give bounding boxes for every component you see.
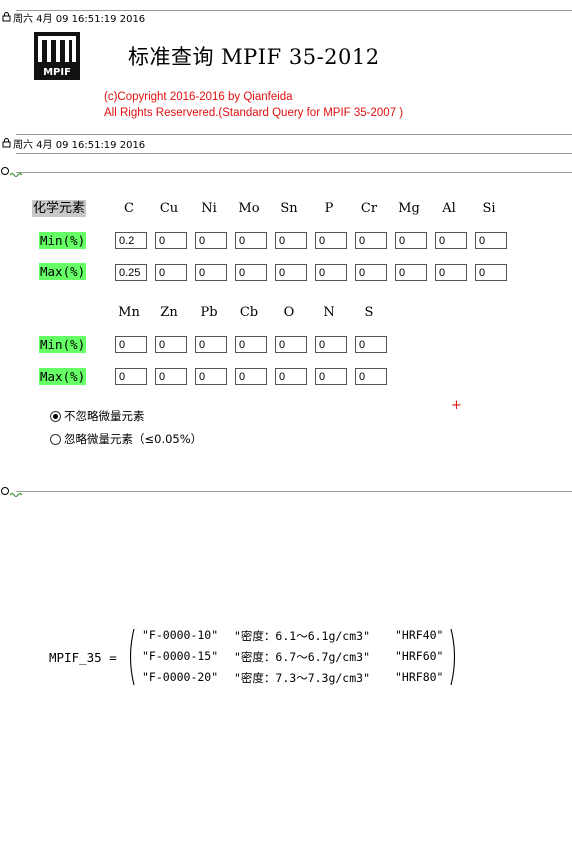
element-header: Cu bbox=[159, 201, 179, 216]
max-input[interactable] bbox=[195, 264, 227, 281]
max-label: Max(%) bbox=[39, 368, 87, 385]
copyright-line-1: (c)Copyright 2016-2016 by Qianfeida bbox=[104, 91, 293, 103]
max-label: Max(%) bbox=[39, 263, 87, 280]
min-input[interactable] bbox=[155, 336, 187, 353]
element-header: Mn bbox=[118, 305, 140, 320]
element-header: Sn bbox=[280, 201, 298, 216]
page-title: 标准查询 MPIF 35-2012 bbox=[128, 45, 380, 69]
result-cell: "HRF40" bbox=[395, 628, 444, 642]
max-input[interactable] bbox=[235, 264, 267, 281]
result-cell: "密度：6.7～6.7g/cm3" bbox=[234, 650, 371, 664]
lock-icon[interactable] bbox=[1, 137, 12, 148]
max-input[interactable] bbox=[315, 264, 347, 281]
element-header: S bbox=[364, 305, 374, 320]
region-marker-icon[interactable] bbox=[0, 486, 26, 498]
max-input[interactable] bbox=[395, 264, 427, 281]
result-cell: "HRF80" bbox=[395, 670, 444, 684]
min-input[interactable] bbox=[115, 232, 147, 249]
element-header: Si bbox=[482, 201, 496, 216]
element-header: Mg bbox=[398, 201, 420, 216]
result-cell: "密度：6.1～6.1g/cm3" bbox=[234, 629, 371, 643]
max-input[interactable] bbox=[475, 264, 507, 281]
min-input[interactable] bbox=[315, 336, 347, 353]
radio-label: 忽略微量元素（≤0.05%） bbox=[64, 432, 203, 446]
max-input[interactable] bbox=[355, 264, 387, 281]
max-input[interactable] bbox=[315, 368, 347, 385]
element-header: Mo bbox=[238, 201, 260, 216]
element-header: Al bbox=[442, 201, 456, 216]
crosshair-cursor-icon: + bbox=[451, 398, 462, 413]
min-input[interactable] bbox=[115, 336, 147, 353]
min-input[interactable] bbox=[235, 232, 267, 249]
radio-keep-trace[interactable]: 不忽略微量元素 bbox=[50, 409, 145, 423]
timestamp: 周六 4月 09 16:51:19 2016 bbox=[13, 140, 146, 151]
result-cell: "密度：7.3～7.3g/cm3" bbox=[234, 671, 371, 685]
element-header: Pb bbox=[200, 305, 218, 320]
element-header: O bbox=[283, 305, 295, 320]
min-input[interactable] bbox=[395, 232, 427, 249]
min-label: Min(%) bbox=[39, 336, 87, 353]
min-input[interactable] bbox=[475, 232, 507, 249]
min-label: Min(%) bbox=[39, 232, 87, 249]
copyright-line-2: All Rights Reservered.(Standard Query fo… bbox=[104, 107, 404, 119]
result-cell: "HRF60" bbox=[395, 649, 444, 663]
max-input[interactable] bbox=[155, 264, 187, 281]
max-input[interactable] bbox=[275, 368, 307, 385]
element-header: Ni bbox=[201, 201, 217, 216]
radio-ignore-trace[interactable]: 忽略微量元素（≤0.05%） bbox=[50, 432, 202, 446]
max-input[interactable] bbox=[355, 368, 387, 385]
element-header: N bbox=[323, 305, 335, 320]
min-input[interactable] bbox=[195, 336, 227, 353]
min-input[interactable] bbox=[435, 232, 467, 249]
max-input[interactable] bbox=[115, 368, 147, 385]
result-cell: "F-0000-15" bbox=[142, 649, 219, 663]
min-input[interactable] bbox=[275, 232, 307, 249]
radio-dot[interactable] bbox=[50, 433, 61, 445]
max-input[interactable] bbox=[435, 264, 467, 281]
min-input[interactable] bbox=[235, 336, 267, 353]
region-divider bbox=[16, 491, 572, 492]
lock-icon[interactable] bbox=[1, 11, 12, 22]
element-header: P bbox=[324, 201, 334, 216]
element-header: Zn bbox=[160, 305, 178, 320]
max-input[interactable] bbox=[115, 264, 147, 281]
region-divider bbox=[16, 172, 572, 173]
element-header: Cb bbox=[239, 305, 259, 320]
radio-dot[interactable] bbox=[50, 410, 61, 422]
timestamp: 周六 4月 09 16:51:19 2016 bbox=[13, 14, 146, 25]
min-input[interactable] bbox=[275, 336, 307, 353]
min-input[interactable] bbox=[315, 232, 347, 249]
min-input[interactable] bbox=[195, 232, 227, 249]
region-divider bbox=[16, 134, 572, 135]
mpif-logo: MPIF bbox=[34, 32, 80, 80]
result-cell: "F-0000-10" bbox=[142, 628, 219, 642]
min-input[interactable] bbox=[155, 232, 187, 249]
chem-elements-label: 化学元素 bbox=[32, 200, 87, 217]
matrix-right-paren bbox=[450, 628, 456, 686]
max-input[interactable] bbox=[195, 368, 227, 385]
matrix-left-paren bbox=[129, 628, 135, 686]
min-input[interactable] bbox=[355, 232, 387, 249]
logo-text: MPIF bbox=[43, 67, 71, 78]
element-header: Cr bbox=[360, 201, 378, 216]
region-divider bbox=[16, 153, 572, 154]
result-variable-name: MPIF_35 = bbox=[49, 650, 117, 665]
element-header: C bbox=[124, 201, 134, 216]
max-input[interactable] bbox=[155, 368, 187, 385]
radio-label: 不忽略微量元素 bbox=[64, 409, 145, 423]
max-input[interactable] bbox=[275, 264, 307, 281]
result-cell: "F-0000-20" bbox=[142, 670, 219, 684]
min-input[interactable] bbox=[355, 336, 387, 353]
max-input[interactable] bbox=[235, 368, 267, 385]
